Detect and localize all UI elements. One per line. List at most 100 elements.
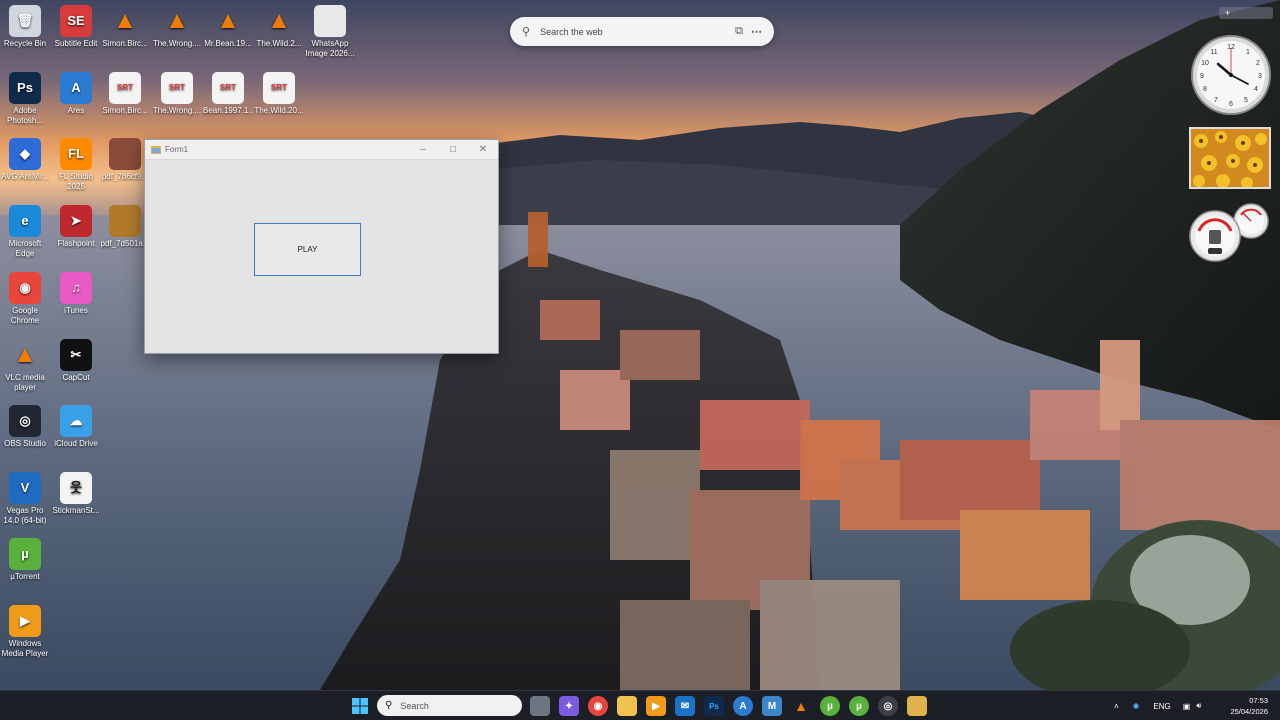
desktop-icon[interactable]: ▲ Mr.Bean.19...: [203, 5, 253, 49]
itunes-icon: ♫: [60, 272, 92, 304]
desktop-icon-label: Google Chrome: [10, 306, 40, 325]
chrome-icon: ◉: [9, 272, 41, 304]
desktop-icon[interactable]: A Ares: [51, 72, 101, 116]
taskbar-utorrent-2-icon[interactable]: µ: [849, 696, 869, 716]
taskbar-obs-icon[interactable]: ◎: [878, 696, 898, 716]
taskbar-photoshop-icon[interactable]: Ps: [704, 696, 724, 716]
desktop-icon[interactable]: 웃 StickmanSt...: [51, 472, 101, 516]
mail-icon[interactable]: ✉: [675, 696, 695, 716]
desktop-icon-label: Simon.Birc...: [102, 39, 148, 48]
desktop-icon-label: Recycle Bin: [3, 39, 47, 48]
desktop-icon[interactable]: pdf_7d501a...: [100, 205, 150, 249]
language-indicator[interactable]: ENG: [1153, 702, 1170, 711]
desktop-icon[interactable]: ◎ OBS Studio: [0, 405, 50, 449]
taskbar-vlc-icon[interactable]: ▲: [791, 696, 811, 716]
web-search-placeholder[interactable]: Search the web: [540, 27, 727, 37]
desktop-icon-label: Bean.1997.1...: [203, 106, 253, 115]
pdf-image-icon: [109, 205, 141, 237]
desktop-icon[interactable]: ✂ CapCut: [51, 339, 101, 383]
desktop-icon-label: The.Wrong....: [152, 39, 202, 48]
desktop-icon[interactable]: WhatsApp Image 2026...: [305, 5, 355, 59]
desktop-icon-label: VLC media player: [5, 373, 45, 392]
desktop-icon[interactable]: SRT The.Wrong....: [152, 72, 202, 116]
taskbar-search-label: Search: [400, 700, 429, 711]
desktop-icon[interactable]: ▲ VLC media player: [0, 339, 50, 393]
close-icon[interactable]: ✕: [468, 140, 498, 160]
desktop-icon-label: The.Wild.20...: [254, 106, 304, 115]
obs-icon: ◎: [9, 405, 41, 437]
desktop-icon-label: The.Wrong....: [152, 106, 202, 115]
desktop-icon-label: CapCut: [62, 373, 90, 382]
desktop-icon-label: Mr.Bean.19...: [204, 39, 252, 48]
avg-icon: ◆: [9, 138, 41, 170]
desktop-icon[interactable]: SRT Bean.1997.1...: [203, 72, 253, 116]
desktop-icon[interactable]: ▶ Windows Media Player: [0, 605, 50, 659]
desktop-icon[interactable]: Ps Adobe Photosh...: [0, 72, 50, 126]
web-search-widget[interactable]: ⚲ Search the web ⧉ ⋯: [510, 17, 774, 46]
visual-search-icon[interactable]: ⧉: [735, 25, 743, 38]
svg-text:9: 9: [1200, 73, 1204, 80]
desktop-icon[interactable]: SRT Simon.Birc...: [100, 72, 150, 116]
desktop-icon-label: pdf_7b6cf9...: [101, 172, 149, 181]
window-titlebar[interactable]: Form1 – □ ✕: [145, 140, 498, 160]
taskbar-chrome-icon[interactable]: ◉: [588, 696, 608, 716]
windows-logo-icon: [352, 698, 368, 714]
svg-text:8: 8: [1203, 86, 1207, 93]
desktop-icon[interactable]: FL FL Studio 2025: [51, 138, 101, 192]
gadget-add-button[interactable]: +: [1219, 7, 1273, 19]
desktop-icon[interactable]: SRT The.Wild.20...: [254, 72, 304, 116]
desktop-icon-label: iTunes: [64, 306, 88, 315]
desktop-icon[interactable]: e Microsoft Edge: [0, 205, 50, 259]
taskbar-ares-icon[interactable]: A: [733, 696, 753, 716]
edge-icon: e: [9, 205, 41, 237]
desktop-icon[interactable]: ▲ Simon.Birc...: [100, 5, 150, 49]
task-view-icon[interactable]: [530, 696, 550, 716]
desktop-icon-label: Subtitle Edit: [54, 39, 98, 48]
taskbar-form-app-icon[interactable]: [907, 696, 927, 716]
minimize-icon[interactable]: –: [408, 140, 438, 160]
desktop-icon[interactable]: V Vegas Pro 14.0 (64-bit): [0, 472, 50, 526]
desktop-icon[interactable]: ▲ The.Wild.2...: [254, 5, 304, 49]
desktop-icon[interactable]: ▲ The.Wrong....: [152, 5, 202, 49]
svg-text:5: 5: [1244, 97, 1248, 104]
maximize-icon[interactable]: □: [438, 140, 468, 160]
desktop-icon-label: µTorrent: [10, 572, 40, 581]
desktop-icon[interactable]: ◆ AVG AntiVir...: [0, 138, 50, 182]
desktop-icon[interactable]: µ µTorrent: [0, 538, 50, 582]
desktop-icon[interactable]: pdf_7b6cf9...: [100, 138, 150, 182]
system-tray: ˄ ✱ ENG ▣ 🔊︎: [1114, 691, 1201, 720]
start-button[interactable]: [350, 696, 370, 716]
more-options-icon[interactable]: ⋯: [751, 25, 762, 38]
stickman-icon: 웃: [60, 472, 92, 504]
show-hidden-icons-icon[interactable]: ˄: [1114, 702, 1119, 711]
taskbar-utorrent-icon[interactable]: µ: [820, 696, 840, 716]
taskbar-date: 25/04/2026: [1230, 707, 1268, 716]
vegas-pro-icon: V: [9, 472, 41, 504]
copilot-icon[interactable]: ✦: [559, 696, 579, 716]
media-player-icon[interactable]: ▶: [646, 696, 666, 716]
vlc-file-icon: ▲: [165, 7, 189, 34]
desktop-icon-label: WhatsApp Image 2026...: [305, 39, 355, 58]
recycle-bin-icon: 🗑: [9, 5, 41, 37]
desktop-icon[interactable]: ◉ Google Chrome: [0, 272, 50, 326]
play-button[interactable]: PLAY: [254, 223, 361, 276]
bluetooth-icon[interactable]: ✱: [1133, 702, 1140, 711]
desktop-icon[interactable]: ☁ iCloud Drive: [51, 405, 101, 449]
taskbar-search-box[interactable]: ⚲ Search: [377, 695, 522, 716]
desktop-icon-label: AVG AntiVir...: [1, 172, 49, 181]
desktop-icon[interactable]: SE Subtitle Edit: [51, 5, 101, 49]
desktop-icon-label: The.Wild.2...: [256, 39, 302, 48]
desktop-icon[interactable]: ♫ iTunes: [51, 272, 101, 316]
desktop-icon[interactable]: ➤ Flashpoint: [51, 205, 101, 249]
ares-icon: A: [60, 72, 92, 104]
taskbar-clock[interactable]: 07:53 25/04/2026: [1230, 695, 1268, 717]
file-explorer-icon[interactable]: [617, 696, 637, 716]
image-file-icon: [314, 5, 346, 37]
volume-icon[interactable]: 🔊︎: [1196, 701, 1201, 711]
network-icon[interactable]: ▣: [1183, 702, 1191, 711]
icloud-icon: ☁: [60, 405, 92, 437]
visual-studio-icon[interactable]: M: [762, 696, 782, 716]
desktop-icon[interactable]: 🗑 Recycle Bin: [0, 5, 50, 49]
pdf-image-icon: [109, 138, 141, 170]
taskbar-search-icon: ⚲: [385, 700, 393, 711]
